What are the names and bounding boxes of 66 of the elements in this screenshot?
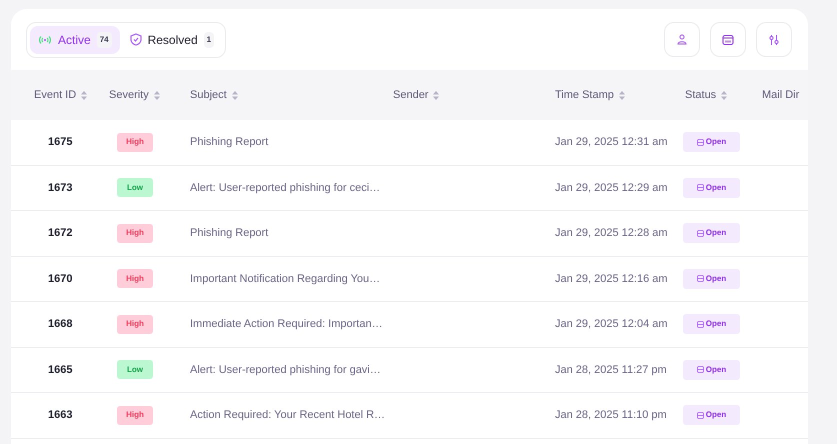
severity-badge: High — [117, 406, 153, 425]
sort-icon — [618, 90, 625, 100]
event-id: 1675 — [48, 135, 72, 150]
inbox-icon — [696, 275, 704, 282]
column-header[interactable]: Severity — [99, 86, 179, 104]
filter-button[interactable] — [756, 22, 792, 57]
subject: Phishing Report — [190, 226, 268, 241]
column-header[interactable]: Mail Dir — [751, 86, 808, 104]
inbox-icon — [696, 184, 704, 192]
timestamp-text: Jan 29, 2025 12:31 am — [555, 135, 668, 150]
sort-icon — [81, 90, 88, 100]
inbox-icon — [696, 366, 704, 374]
status-badge: Open — [683, 223, 740, 244]
subject: Phishing Report — [190, 135, 268, 150]
sliders-icon — [768, 34, 780, 46]
inbox-icon — [696, 230, 704, 237]
column-header[interactable]: Subject — [179, 86, 382, 104]
subject: Action Required: Your Recent Hotel R… — [190, 408, 386, 423]
inbox-icon — [696, 138, 704, 146]
sort-icon — [232, 90, 238, 100]
status-badge: Open — [683, 132, 740, 152]
timestamp-text: Jan 28, 2025 11:10 pm — [555, 408, 667, 423]
subject: Alert: User-reported phishing for gavi… — [190, 362, 381, 378]
timestamp-text: Jan 29, 2025 12:04 am — [555, 317, 668, 332]
sort-icon — [721, 90, 728, 100]
timestamp-text: Jan 29, 2025 12:28 am — [555, 226, 668, 241]
severity-badge: High — [117, 224, 153, 243]
shield-check-icon — [130, 33, 142, 46]
sort-icon — [433, 90, 440, 100]
calendar-icon — [722, 34, 734, 45]
broadcast-icon — [38, 34, 52, 44]
inbox-icon — [696, 412, 704, 419]
timestamp-text: Jan 29, 2025 12:16 am — [555, 272, 668, 286]
column-header[interactable]: Event ID — [11, 86, 99, 104]
event-id: 1672 — [48, 226, 72, 241]
status-badge: Open — [683, 360, 740, 380]
calendar-button[interactable] — [710, 22, 746, 57]
sort-icon — [154, 90, 160, 100]
event-id: 1663 — [48, 408, 72, 423]
event-id: 1665 — [48, 362, 72, 378]
severity-badge: Low — [117, 178, 153, 198]
status-badge: Open — [683, 314, 740, 334]
count-badge: 74 — [96, 32, 112, 48]
timestamp-text: Jan 28, 2025 11:27 pm — [555, 362, 667, 378]
subject: Immediate Action Required: Importan… — [190, 317, 383, 332]
count-badge: 1 — [204, 32, 214, 48]
severity-badge: High — [117, 269, 153, 288]
severity-badge: Low — [117, 360, 153, 380]
status-badge: Open — [683, 178, 740, 198]
event-id: 1668 — [48, 317, 72, 332]
column-header[interactable]: Sender — [382, 86, 544, 104]
subject: Alert: User-reported phishing for ceci… — [190, 180, 380, 196]
inbox-icon — [696, 320, 704, 328]
severity-badge: High — [117, 314, 153, 334]
severity-badge: High — [117, 132, 153, 152]
column-header[interactable]: Time Stamp — [544, 86, 663, 104]
column-header[interactable]: Status — [663, 86, 751, 104]
status-tab[interactable]: Active 74 — [30, 26, 120, 54]
user-icon — [677, 34, 687, 45]
event-id: 1673 — [48, 180, 72, 196]
subject: Important Notification Regarding You… — [190, 272, 380, 286]
event-id: 1670 — [48, 272, 72, 286]
timestamp-text: Jan 29, 2025 12:29 am — [555, 180, 668, 196]
user-button[interactable] — [664, 22, 700, 57]
status-badge: Open — [683, 405, 740, 426]
status-badge: Open — [683, 268, 740, 289]
